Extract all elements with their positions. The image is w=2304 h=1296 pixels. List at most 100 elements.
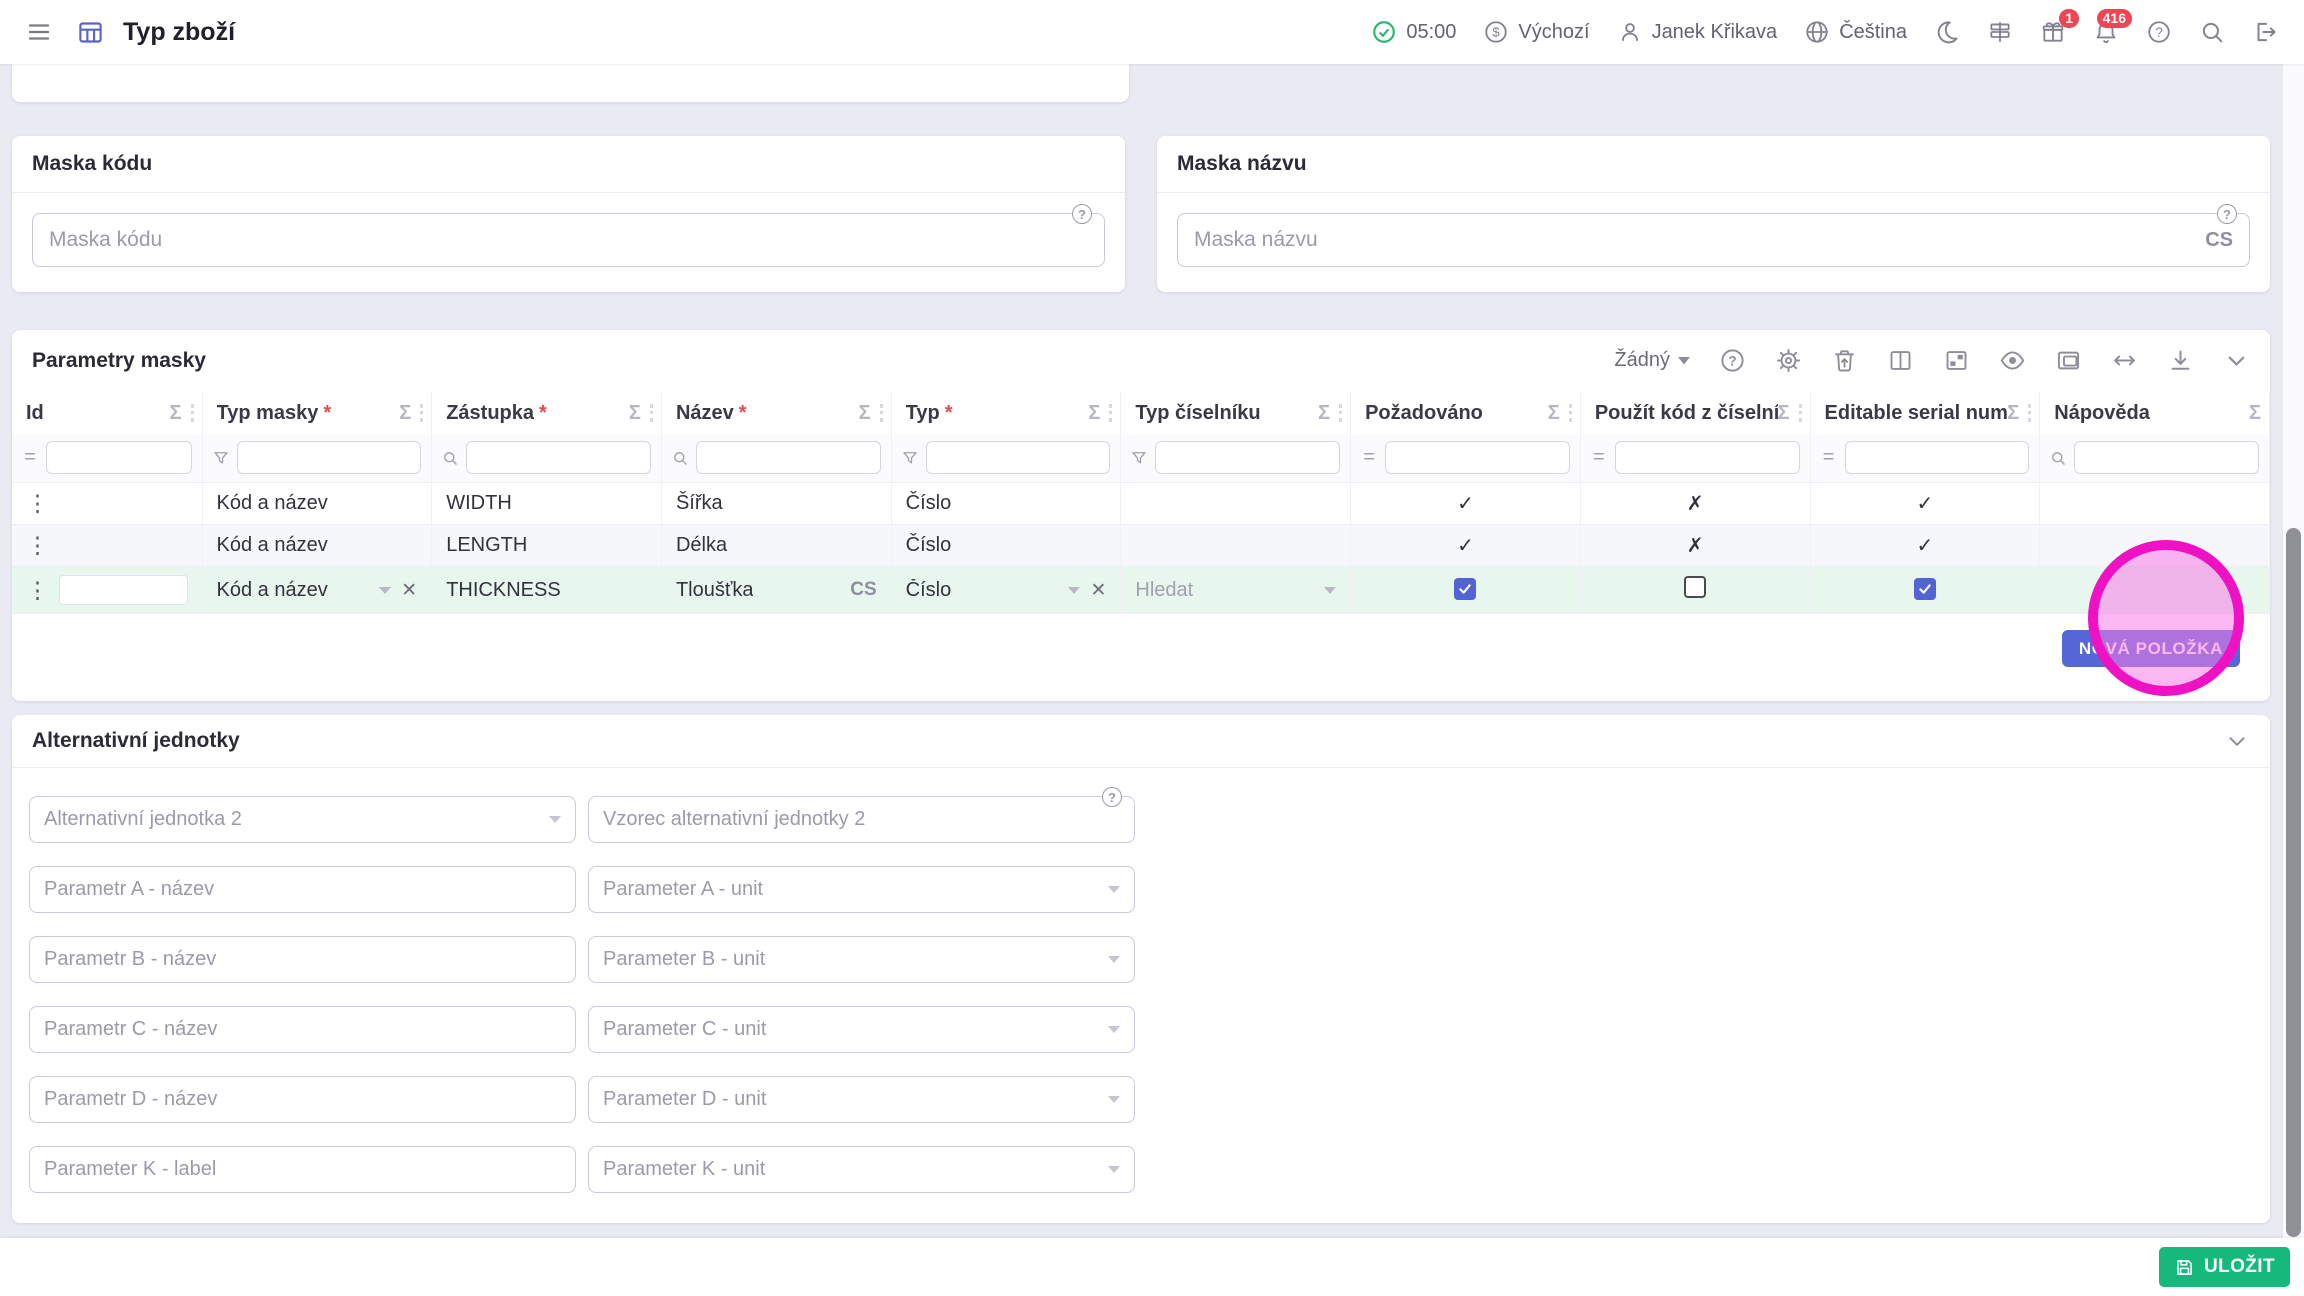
language-selector[interactable]: Čeština [1804,19,1907,45]
equals-filter-icon[interactable]: = [1817,446,1841,469]
funnel-filter-icon[interactable] [209,449,233,467]
search-filter-icon[interactable] [438,449,462,467]
param-c-unit-select[interactable] [588,1006,1135,1053]
user-menu[interactable]: Janek Křikava [1617,19,1778,45]
download-icon[interactable] [2167,347,2194,374]
restore-deleted-icon[interactable] [1831,347,1858,374]
param-b-unit-select[interactable] [588,936,1135,983]
summary-icon[interactable]: Σ [1318,402,1330,425]
mask-name-field[interactable]: CS ? [1177,213,2250,267]
row-menu-icon[interactable]: ⋮ [26,492,49,515]
mask-code-input[interactable] [49,228,1088,252]
help-icon[interactable]: ? [1102,787,1122,807]
help-icon[interactable]: ? [1072,204,1092,224]
column-header-zastupka[interactable]: Zástupka*Σ [432,391,662,435]
id-edit-input[interactable] [59,575,188,605]
param-d-unit-input[interactable] [603,1088,1098,1111]
mask-name-input[interactable] [1194,228,2193,252]
table-row[interactable]: ⋮ Kód a název LENGTH Délka Číslo ✓ ✗ ✓ [12,525,2270,567]
new-item-button[interactable]: NOVÁ POLOŽKA [2062,630,2240,667]
filter-input-napoveda[interactable] [2075,442,2258,473]
pozadovano-checkbox[interactable] [1454,578,1476,600]
row-menu-icon[interactable]: ⋮ [26,579,49,602]
param-k-unit-select[interactable] [588,1146,1135,1193]
column-header-pouzit-kod[interactable]: Použít kód z číselníkuΣ [1580,391,1810,435]
pouzit-kod-checkbox[interactable] [1684,576,1706,598]
table-row-editing[interactable]: ⋮ Kód a název✕ THICKNESS TloušťkaCS Čísl… [12,567,2270,614]
scrollbar-thumb[interactable] [2286,528,2301,1237]
param-a-name-field[interactable] [29,866,576,913]
equals-filter-icon[interactable]: = [1357,446,1381,469]
alt-unit-2-formula-field[interactable]: ? [588,796,1135,843]
filter-input-editable-serial[interactable] [1846,442,2029,473]
signpost-icon[interactable] [1987,19,2013,45]
param-c-name-input[interactable] [44,1018,561,1041]
save-button[interactable]: ULOŽIT [2159,1247,2290,1287]
alt-unit-2-input[interactable] [44,808,539,831]
summary-icon[interactable]: Σ [629,402,641,425]
search-filter-icon[interactable] [2046,449,2070,467]
table-settings-icon[interactable] [1775,347,1802,374]
help-button[interactable]: ? [2146,19,2172,45]
clear-icon[interactable]: ✕ [1090,581,1106,600]
param-c-unit-input[interactable] [603,1018,1098,1041]
filter-input-pozadovano[interactable] [1386,442,1569,473]
summary-icon[interactable]: Σ [399,402,411,425]
filter-input-typ[interactable] [927,442,1110,473]
nazev-edit-input[interactable]: TloušťkaCS [676,579,877,602]
column-resize-handle[interactable] [2028,404,2031,422]
group-by-select[interactable]: Žádný [1614,349,1690,372]
mask-code-field[interactable]: ? [32,213,1105,267]
param-a-unit-select[interactable] [588,866,1135,913]
filter-input-zastupka[interactable] [467,442,650,473]
search-filter-icon[interactable] [668,449,692,467]
typ-masky-select[interactable]: Kód a název✕ [217,579,418,602]
editable-serial-checkbox[interactable] [1914,578,1936,600]
param-d-name-input[interactable] [44,1088,561,1111]
notifications-button[interactable]: 416 [2093,19,2119,45]
column-resize-handle[interactable] [420,404,423,422]
column-header-napoveda[interactable]: NápovědaΣ [2040,391,2270,435]
column-resize-handle[interactable] [1339,404,1342,422]
column-resize-handle[interactable] [880,404,883,422]
clear-icon[interactable]: ✕ [401,581,417,600]
param-k-label-field[interactable] [29,1146,576,1193]
column-header-pozadovano[interactable]: PožadovánoΣ [1351,391,1581,435]
param-c-name-field[interactable] [29,1006,576,1053]
chevron-down-icon[interactable] [1324,587,1336,594]
eye-icon[interactable] [1999,347,2026,374]
filter-input-typ-ciselniku[interactable] [1156,442,1339,473]
profile-selector[interactable]: $ Výchozí [1483,19,1589,45]
param-k-label-input[interactable] [44,1158,561,1181]
vertical-scrollbar[interactable]: ▲ ▼ [2282,40,2304,1262]
param-b-unit-input[interactable] [603,948,1098,971]
param-k-unit-input[interactable] [603,1158,1098,1181]
filter-input-pouzit-kod[interactable] [1616,442,1799,473]
fit-frame-icon[interactable] [2055,347,2082,374]
param-d-unit-select[interactable] [588,1076,1135,1123]
filter-input-id[interactable] [47,442,191,473]
row-menu-icon[interactable]: ⋮ [26,534,49,557]
column-resize-handle[interactable] [1569,404,1572,422]
split-columns-icon[interactable] [1887,347,1914,374]
column-resize-handle[interactable] [1799,404,1802,422]
funnel-filter-icon[interactable] [1127,449,1151,467]
summary-icon[interactable]: Σ [859,402,871,425]
chevron-down-icon[interactable] [1068,587,1080,594]
param-a-name-input[interactable] [44,878,561,901]
zastupka-edit-input[interactable]: THICKNESS [446,579,647,602]
summary-icon[interactable]: Σ [169,402,181,425]
summary-icon[interactable]: Σ [1088,402,1100,425]
column-header-editable-serial[interactable]: Editable serial numberΣ [1810,391,2040,435]
summary-icon[interactable]: Σ [2007,402,2019,425]
summary-icon[interactable]: Σ [2249,402,2261,425]
alt-unit-2-select[interactable] [29,796,576,843]
collapse-section-icon[interactable] [2224,728,2250,754]
column-header-nazev[interactable]: Název*Σ [661,391,891,435]
layout-icon[interactable] [1943,347,1970,374]
logout-button[interactable] [2252,19,2278,45]
column-header-typ-ciselniku[interactable]: Typ číselníkuΣ [1121,391,1351,435]
help-icon[interactable]: ? [2217,204,2237,224]
param-b-name-field[interactable] [29,936,576,983]
param-d-name-field[interactable] [29,1076,576,1123]
